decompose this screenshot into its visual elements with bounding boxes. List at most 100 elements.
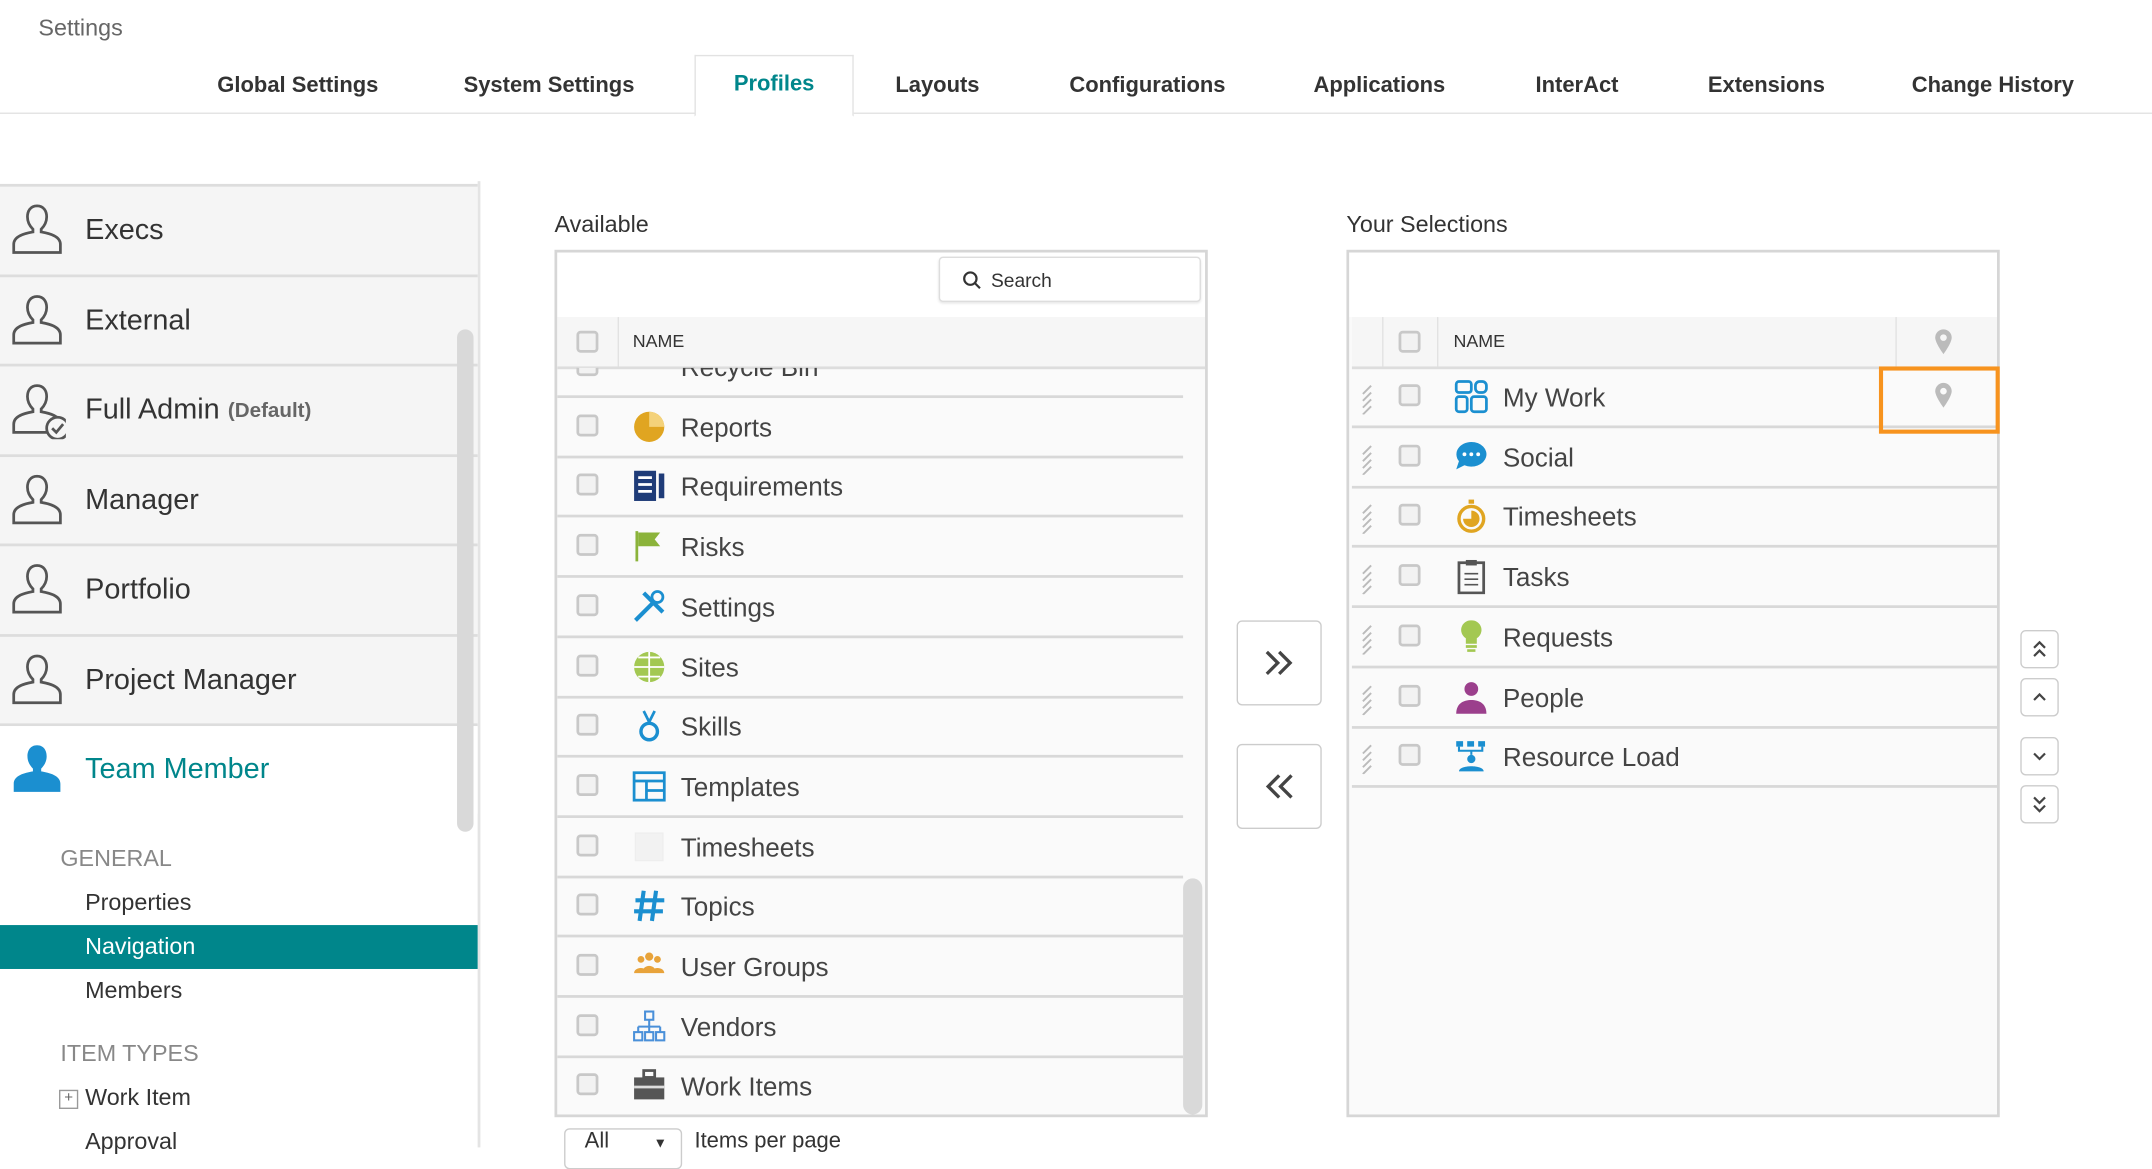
row-checkbox[interactable]: [576, 367, 599, 377]
tab-applications[interactable]: Applications: [1313, 74, 1445, 99]
add-selected-button[interactable]: [1236, 620, 1322, 706]
nav-work-item[interactable]: Work Item: [0, 1076, 478, 1120]
list-item[interactable]: Resource Load: [1351, 728, 1997, 789]
profile-full-admin[interactable]: Full Admin (Default): [0, 363, 478, 455]
drag-handle-icon[interactable]: [1360, 684, 1374, 715]
move-bottom-button[interactable]: [2020, 785, 2059, 824]
row-checkbox[interactable]: [576, 1013, 599, 1036]
search-icon: [963, 270, 981, 289]
row-checkbox[interactable]: [576, 953, 599, 976]
section-general: GENERAL: [60, 845, 172, 872]
drag-handle-icon[interactable]: [1360, 384, 1374, 415]
list-item[interactable]: Reports: [557, 398, 1184, 458]
move-top-button[interactable]: [2020, 629, 2059, 669]
hierarchy-icon: [633, 1010, 666, 1041]
list-item[interactable]: Vendors: [557, 997, 1184, 1058]
row-checkbox[interactable]: [576, 653, 599, 676]
profile-manager[interactable]: Manager: [0, 453, 478, 545]
list-item[interactable]: Topics: [557, 877, 1184, 938]
item-name: People: [1502, 684, 1585, 714]
pin-icon: [1935, 329, 1952, 355]
row-checkbox[interactable]: [1398, 564, 1421, 587]
tab-extensions[interactable]: Extensions: [1708, 74, 1825, 99]
profile-team-member[interactable]: Team Member: [0, 723, 478, 814]
item-name: Reports: [680, 414, 773, 443]
tab-configurations[interactable]: Configurations: [1069, 74, 1225, 99]
drag-handle-icon[interactable]: [1360, 564, 1374, 595]
nav-properties[interactable]: Properties: [0, 881, 478, 925]
briefcase-icon: [634, 1069, 665, 1100]
list-item[interactable]: Social: [1351, 428, 1997, 489]
row-checkbox[interactable]: [576, 833, 599, 856]
remove-selected-button[interactable]: [1236, 743, 1322, 829]
profile-portfolio[interactable]: Portfolio: [0, 543, 478, 635]
tab-layouts[interactable]: Layouts: [895, 74, 979, 99]
row-checkbox[interactable]: [1398, 444, 1421, 467]
timesheet-icon: [634, 831, 664, 861]
row-checkbox[interactable]: [576, 1073, 599, 1096]
item-name: Tasks: [1502, 564, 1570, 594]
profile-project-manager[interactable]: Project Manager: [0, 633, 478, 724]
row-checkbox[interactable]: [1398, 624, 1421, 647]
select-all-checkbox[interactable]: [576, 330, 599, 353]
list-item[interactable]: Risks: [557, 518, 1184, 578]
sidebar-scrollbar[interactable]: [457, 329, 474, 832]
list-item[interactable]: Requirements: [557, 458, 1184, 518]
row-checkbox[interactable]: [576, 414, 599, 437]
drag-handle-icon[interactable]: [1360, 504, 1374, 535]
item-name: Timesheets: [680, 833, 815, 863]
list-item[interactable]: Recycle Bin: [557, 367, 1184, 399]
move-down-button[interactable]: [2020, 737, 2059, 776]
available-scrollbar[interactable]: [1183, 878, 1203, 1115]
list-item[interactable]: User Groups: [557, 937, 1184, 998]
profile-execs[interactable]: Execs: [0, 183, 478, 275]
list-item[interactable]: Work Items: [557, 1057, 1183, 1114]
profile-label: Manager: [85, 483, 199, 516]
list-item[interactable]: Settings: [557, 578, 1184, 638]
profile-external[interactable]: External: [0, 273, 478, 365]
list-item[interactable]: Requests: [1351, 608, 1997, 669]
drag-handle-icon[interactable]: [1360, 444, 1374, 475]
row-checkbox[interactable]: [576, 773, 599, 796]
row-checkbox[interactable]: [1398, 744, 1421, 767]
nav-members[interactable]: Members: [0, 969, 478, 1013]
item-name: Settings: [680, 594, 775, 623]
clipboard-icon: [1457, 560, 1486, 595]
tab-change-history[interactable]: Change History: [1912, 74, 2074, 99]
per-page-select[interactable]: All ▼: [564, 1128, 683, 1169]
row-checkbox[interactable]: [1398, 384, 1421, 407]
section-item-types: ITEM TYPES: [60, 1040, 199, 1067]
user-icon: [12, 474, 62, 524]
row-checkbox[interactable]: [576, 713, 599, 736]
select-all-checkbox[interactable]: [1398, 330, 1421, 353]
tab-interact[interactable]: InterAct: [1536, 74, 1619, 99]
item-name: Sites: [680, 653, 739, 683]
requirements-icon: [634, 471, 665, 502]
row-checkbox[interactable]: [576, 594, 599, 616]
list-item[interactable]: Sites: [557, 638, 1184, 698]
list-item[interactable]: Tasks: [1351, 548, 1997, 609]
search-input[interactable]: Search: [938, 256, 1201, 302]
row-checkbox[interactable]: [576, 534, 599, 556]
list-item[interactable]: People: [1351, 668, 1997, 729]
tab-profiles[interactable]: Profiles: [694, 54, 854, 117]
default-badge: (Default): [227, 398, 312, 423]
row-checkbox[interactable]: [576, 893, 599, 916]
double-chevron-left-icon: [1265, 774, 1293, 799]
row-checkbox[interactable]: [576, 474, 599, 497]
item-name: User Groups: [680, 953, 829, 983]
list-item[interactable]: Timesheets: [1351, 488, 1997, 549]
row-checkbox[interactable]: [1398, 684, 1421, 707]
list-item[interactable]: Templates: [557, 757, 1184, 818]
tab-global-settings[interactable]: Global Settings: [217, 74, 378, 99]
move-up-button[interactable]: [2020, 678, 2059, 717]
drag-handle-icon[interactable]: [1360, 624, 1374, 655]
list-item[interactable]: Skills: [557, 697, 1184, 758]
nav-approval[interactable]: Approval: [0, 1120, 478, 1164]
drag-handle-icon[interactable]: [1360, 744, 1374, 775]
tab-system-settings[interactable]: System Settings: [464, 74, 635, 99]
list-item[interactable]: Timesheets: [557, 817, 1184, 878]
row-checkbox[interactable]: [1398, 504, 1421, 527]
nav-navigation[interactable]: Navigation: [0, 925, 478, 969]
hashtag-icon: [634, 890, 665, 922]
